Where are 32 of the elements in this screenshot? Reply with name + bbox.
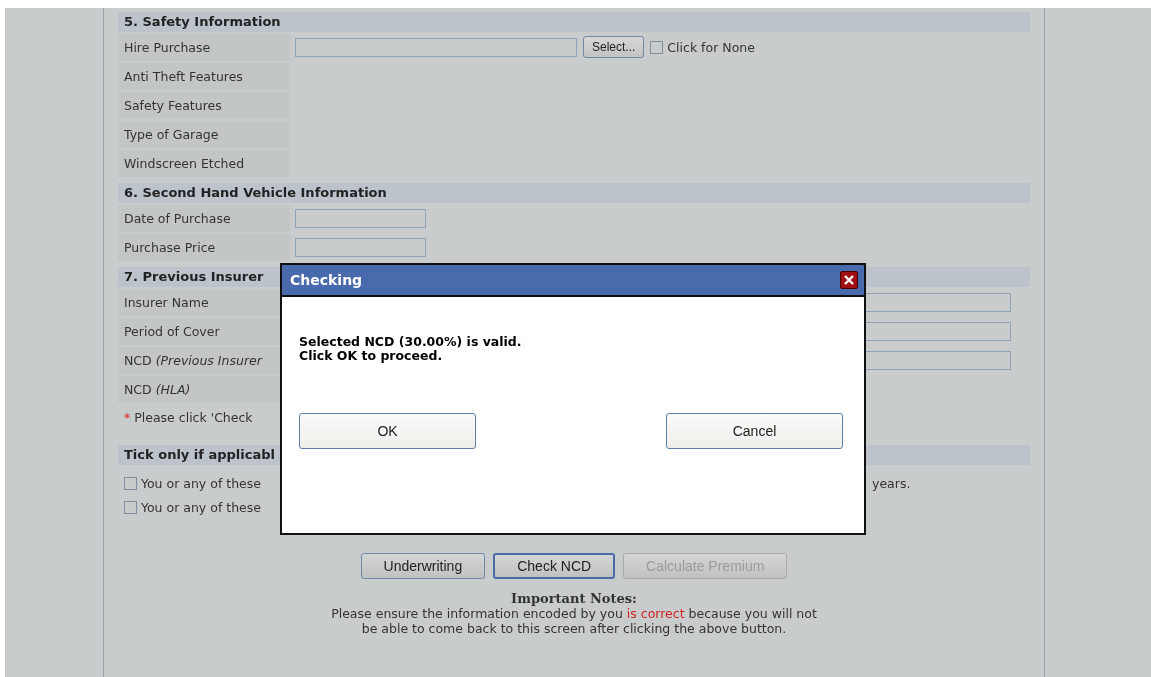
checkbox-label: years.	[872, 475, 911, 491]
checkbox[interactable]	[124, 476, 137, 490]
section-header: 6. Second Hand Vehicle Information	[118, 183, 1030, 203]
checkbox-label: You or any of these	[141, 499, 261, 515]
dialog-button[interactable]: OK	[299, 413, 476, 449]
checkbox[interactable]	[124, 500, 137, 514]
select-button[interactable]: Select...	[583, 36, 645, 58]
required-marker: *	[124, 409, 131, 425]
input-field[interactable]	[295, 237, 426, 257]
close-icon	[844, 275, 854, 285]
dialog-button[interactable]: Cancel	[666, 413, 843, 449]
action-button[interactable]: Check NCD	[493, 553, 616, 579]
notes-text: Please ensure the information encoded by you is correct because you will not be able to come back to this screen after clicking the above button.	[330, 606, 818, 636]
note-text: Please click 'Check	[134, 409, 253, 425]
close-button[interactable]	[840, 271, 858, 289]
dialog-title: Checking	[290, 272, 363, 288]
field-label: Hire Purchase	[118, 33, 290, 61]
field-label: Windscreen Etched	[118, 149, 290, 177]
notes-title: Important Notes:	[510, 591, 638, 606]
field-label: Date of Purchase	[118, 204, 290, 232]
field-label: Safety Features	[118, 91, 290, 119]
checkbox-label: Click for None	[667, 39, 755, 55]
checkbox-label: You or any of these	[141, 475, 261, 491]
action-button[interactable]: Underwriting	[360, 553, 486, 579]
field-label: Type of Garage	[118, 120, 290, 148]
field-label: Anti Theft Features	[118, 62, 290, 90]
section-header: 5. Safety Information	[118, 12, 1030, 32]
dialog-message: Selected NCD (30.00%) is valid. Click OK to proceed.	[299, 335, 522, 363]
input-field[interactable]	[295, 37, 577, 57]
input-field[interactable]	[295, 208, 426, 228]
checkbox[interactable]	[650, 40, 664, 54]
field-label: Purchase Price	[118, 233, 290, 261]
